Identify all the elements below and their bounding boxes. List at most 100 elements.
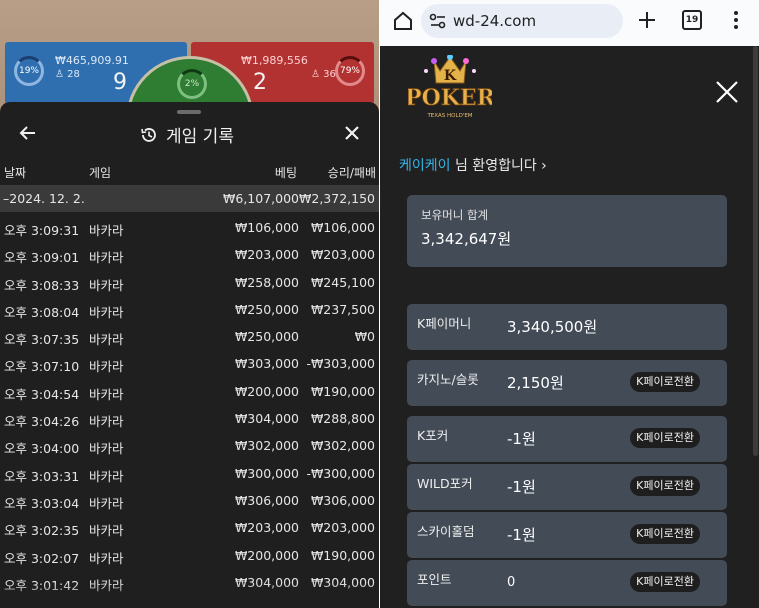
history-rows: 오후 3:09:31 바카라 ₩106,000 ₩106,000 오후 3:09:01 바… bbox=[0, 215, 379, 597]
table-row[interactable]: 오후 3:03:31 바카라 ₩300,000 -₩300,000 bbox=[0, 461, 379, 488]
table-row[interactable]: 오후 3:03:04 바카라 ₩306,000 ₩306,000 bbox=[0, 488, 379, 515]
row-game: 바카라 bbox=[89, 386, 124, 402]
banker-count: ♙ 36 bbox=[311, 69, 336, 80]
tab-switcher-icon[interactable]: 19 bbox=[682, 10, 702, 30]
row-time: 오후 3:04:00 bbox=[4, 441, 80, 457]
row-game: 바카라 bbox=[89, 495, 124, 511]
game-history-sheet: 게임 기록 날짜 게임 베팅 승리/패배 –2024. 12. 2. ₩6,10… bbox=[0, 102, 379, 608]
convert-to-kpay-button[interactable]: K페이로전환 bbox=[630, 572, 700, 592]
row-time: 오후 3:04:54 bbox=[4, 386, 80, 402]
home-icon[interactable] bbox=[392, 10, 414, 32]
player-count: ♙ 28 bbox=[55, 69, 80, 80]
row-time: 오후 3:09:01 bbox=[4, 250, 80, 266]
site-settings-icon[interactable] bbox=[429, 13, 447, 29]
kpoker-logo[interactable]: K POKER TEXAS HOLD'EM bbox=[408, 55, 492, 125]
row-result: ₩0 bbox=[354, 329, 375, 345]
table-row[interactable]: 오후 3:07:35 바카라 ₩250,000 ₩0 bbox=[0, 324, 379, 351]
row-result: ₩106,000 bbox=[310, 220, 375, 235]
row-time: 오후 3:04:26 bbox=[4, 414, 80, 430]
player-amount: ₩465,909.91 bbox=[55, 54, 129, 67]
row-bet: ₩200,000 bbox=[234, 383, 299, 399]
sheet-header: 게임 기록 bbox=[0, 120, 379, 150]
history-icon bbox=[141, 127, 156, 142]
player-percent: 19% bbox=[18, 66, 39, 76]
table-row[interactable]: 오후 3:02:35 바카라 ₩203,000 ₩203,000 bbox=[0, 515, 379, 542]
banker-amount: ₩1,989,556 bbox=[241, 54, 308, 67]
row-result: ₩237,500 bbox=[310, 301, 375, 317]
row-result: ₩306,000 bbox=[310, 492, 375, 508]
table-row[interactable]: 오후 3:04:00 바카라 ₩302,000 ₩302,000 bbox=[0, 433, 379, 460]
row-bet: ₩258,000 bbox=[234, 274, 299, 290]
row-game: 바카라 bbox=[89, 304, 124, 320]
balance-value: -1원 bbox=[507, 526, 536, 544]
row-result: ₩190,000 bbox=[310, 547, 375, 563]
convert-to-kpay-button[interactable]: K페이로전환 bbox=[630, 476, 700, 496]
row-time: 오후 3:09:31 bbox=[4, 223, 80, 238]
col-bet: 베팅 bbox=[274, 166, 297, 180]
back-arrow-icon[interactable] bbox=[18, 123, 38, 143]
total-money-label: 보유머니 합계 bbox=[421, 208, 489, 222]
drag-handle[interactable] bbox=[177, 110, 201, 114]
row-time: 오후 3:08:33 bbox=[4, 277, 80, 293]
table-row[interactable]: 오후 3:04:54 바카라 ₩200,000 ₩190,000 bbox=[0, 379, 379, 406]
date-group-row[interactable]: –2024. 12. 2. ₩6,107,000 ₩2,372,150 bbox=[0, 185, 379, 212]
table-row[interactable]: 오후 3:04:26 바카라 ₩304,000 ₩288,800 bbox=[0, 406, 379, 433]
total-money-card: 보유머니 합계 3,342,647원 bbox=[407, 195, 727, 267]
banker-percent: 79% bbox=[339, 66, 360, 76]
row-game: 바카라 bbox=[89, 523, 124, 539]
row-bet: ₩302,000 bbox=[234, 438, 299, 454]
balance-label: K포커 bbox=[417, 428, 449, 443]
mobile-browser: wd-24.com 19 K POKER TEXAS HOLD'EM 케이케이 … bbox=[380, 0, 759, 608]
row-bet: ₩106,000 bbox=[234, 220, 299, 235]
welcome-link[interactable]: 케이케이 님 환영합니다 › bbox=[399, 155, 547, 175]
table-row[interactable]: 오후 3:02:07 바카라 ₩200,000 ₩190,000 bbox=[0, 543, 379, 570]
table-row[interactable]: 오후 3:08:33 바카라 ₩258,000 ₩245,100 bbox=[0, 270, 379, 297]
row-game: 바카라 bbox=[89, 250, 124, 266]
convert-to-kpay-button[interactable]: K페이로전환 bbox=[630, 428, 700, 448]
new-tab-plus-icon[interactable] bbox=[637, 10, 657, 30]
balance-card: 카지노/슬롯 2,150원 K페이로전환 bbox=[407, 360, 727, 406]
balance-value: -1원 bbox=[507, 430, 536, 448]
balance-card: 포인트 0 K페이로전환 bbox=[407, 560, 727, 606]
menu-close-icon[interactable] bbox=[714, 79, 740, 105]
row-result: -₩300,000 bbox=[306, 465, 375, 481]
more-vert-icon[interactable] bbox=[730, 8, 742, 32]
row-game: 바카라 bbox=[89, 468, 124, 484]
balance-label: 스카이홀덤 bbox=[417, 524, 475, 539]
col-result: 승리/패배 bbox=[327, 166, 376, 180]
table-row[interactable]: 오후 3:09:31 바카라 ₩106,000 ₩106,000 bbox=[0, 215, 379, 242]
sheet-title: 게임 기록 bbox=[140, 122, 234, 147]
row-time: 오후 3:02:07 bbox=[4, 550, 80, 566]
row-game: 바카라 bbox=[89, 550, 124, 566]
balance-card: WILD포커 -1원 K페이로전환 bbox=[407, 464, 727, 510]
convert-to-kpay-button[interactable]: K페이로전환 bbox=[630, 524, 700, 544]
row-bet: ₩203,000 bbox=[234, 247, 299, 263]
balance-card: 스카이홀덤 -1원 K페이로전환 bbox=[407, 512, 727, 558]
row-bet: ₩306,000 bbox=[234, 492, 299, 508]
row-game: 바카라 bbox=[89, 332, 124, 348]
table-row[interactable]: 오후 3:08:04 바카라 ₩250,000 ₩237,500 bbox=[0, 297, 379, 324]
list-fade bbox=[0, 582, 379, 608]
row-time: 오후 3:07:35 bbox=[4, 332, 80, 348]
table-row[interactable]: 오후 3:09:01 바카라 ₩203,000 ₩203,000 bbox=[0, 242, 379, 269]
scrollbar[interactable] bbox=[753, 46, 758, 456]
balance-card: K포커 -1원 K페이로전환 bbox=[407, 416, 727, 462]
balance-value: -1원 bbox=[507, 478, 536, 496]
balance-label: K페이머니 bbox=[417, 316, 472, 331]
player-percent-ring: 19% bbox=[14, 56, 44, 86]
row-time: 오후 3:08:04 bbox=[4, 304, 80, 320]
close-icon[interactable] bbox=[342, 123, 362, 143]
row-time: 오후 3:02:35 bbox=[4, 523, 80, 539]
convert-to-kpay-button[interactable]: K페이로전환 bbox=[630, 372, 700, 392]
col-date: 날짜 bbox=[4, 166, 27, 180]
tie-percent: 2% bbox=[184, 79, 200, 89]
table-row[interactable]: 오후 3:07:10 바카라 ₩303,000 -₩303,000 bbox=[0, 351, 379, 378]
row-result: ₩245,100 bbox=[310, 274, 375, 290]
address-bar[interactable]: wd-24.com bbox=[421, 4, 623, 38]
row-result: -₩303,000 bbox=[306, 356, 375, 372]
sheet-title-text: 게임 기록 bbox=[166, 127, 234, 147]
row-game: 바카라 bbox=[89, 359, 124, 375]
row-game: 바카라 bbox=[89, 441, 124, 457]
row-bet: ₩300,000 bbox=[234, 465, 299, 481]
player-count-value: 28 bbox=[67, 69, 80, 80]
